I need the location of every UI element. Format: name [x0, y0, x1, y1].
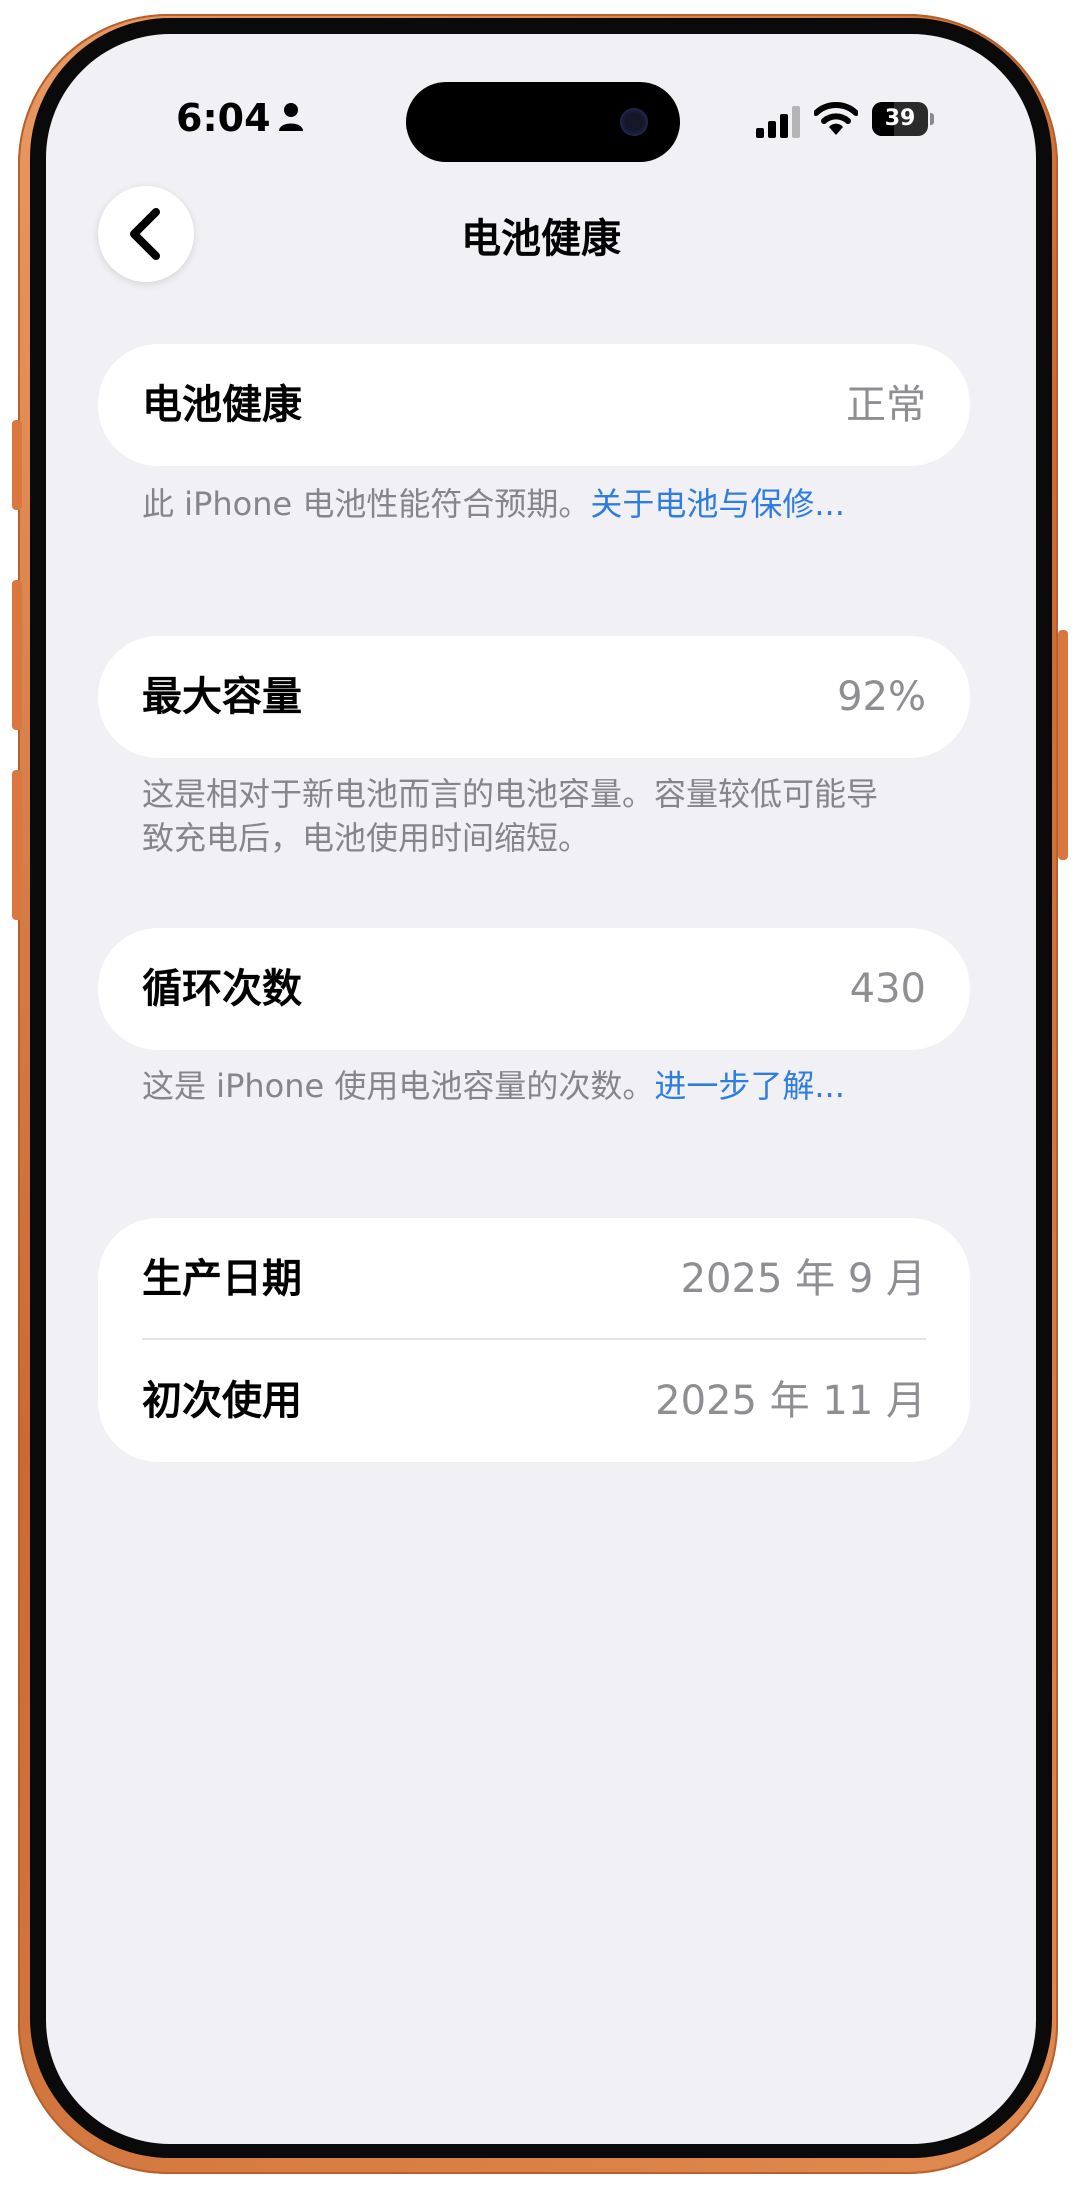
- battery-health-footnote: 此 iPhone 电池性能符合预期。关于电池与保修...: [142, 482, 882, 526]
- first-use-label: 初次使用: [142, 1378, 302, 1424]
- max-capacity-footnote: 这是相对于新电池而言的电池容量。容量较低可能导致充电后，电池使用时间缩短。: [142, 775, 879, 857]
- dates-card: 生产日期 2025 年 9 月 初次使用 2025 年 11 月: [98, 1218, 970, 1462]
- cycle-count-label: 循环次数: [142, 966, 302, 1012]
- battery-warranty-link[interactable]: 关于电池与保修...: [590, 485, 845, 523]
- screen: 6:04 39 电池健康 电池健康 正常 此 iPhone 电池性能符合预期。关…: [46, 34, 1036, 2144]
- max-capacity-card: 最大容量 92%: [98, 636, 970, 758]
- max-capacity-value: 92%: [837, 674, 926, 720]
- battery-health-value: 正常: [846, 382, 926, 428]
- volume-down-button: [12, 770, 22, 920]
- power-button: [1058, 630, 1068, 860]
- cycle-count-card: 循环次数 430: [98, 928, 970, 1050]
- cycle-count-description: 这是 iPhone 使用电池容量的次数。: [142, 1067, 655, 1105]
- battery-health-row: 电池健康 正常: [98, 344, 970, 466]
- manufacture-date-row: 生产日期 2025 年 9 月: [98, 1218, 970, 1340]
- status-time: 6:04: [176, 96, 271, 140]
- page-title: 电池健康: [461, 216, 621, 262]
- first-use-row: 初次使用 2025 年 11 月: [98, 1340, 970, 1462]
- battery-health-card: 电池健康 正常: [98, 344, 970, 466]
- max-capacity-row: 最大容量 92%: [98, 636, 970, 758]
- front-camera-icon: [620, 108, 648, 136]
- battery-health-description: 此 iPhone 电池性能符合预期。: [142, 485, 591, 523]
- cycle-count-row: 循环次数 430: [98, 928, 970, 1050]
- max-capacity-label: 最大容量: [142, 674, 302, 720]
- signal-icon: [756, 106, 800, 138]
- wifi-icon: [814, 102, 858, 135]
- cycle-count-footnote: 这是 iPhone 使用电池容量的次数。进一步了解...: [142, 1064, 882, 1108]
- person-icon: [279, 103, 303, 131]
- battery-icon: 39: [872, 102, 934, 136]
- status-bar: 6:04 39: [46, 34, 1036, 174]
- manufacture-date-value: 2025 年 9 月: [680, 1256, 926, 1302]
- battery-health-label: 电池健康: [142, 382, 302, 428]
- volume-up-button: [12, 580, 22, 730]
- manufacture-date-label: 生产日期: [142, 1256, 302, 1302]
- first-use-value: 2025 年 11 月: [655, 1378, 926, 1424]
- action-button: [12, 420, 22, 510]
- cycle-count-value: 430: [849, 966, 926, 1012]
- learn-more-link[interactable]: 进一步了解...: [654, 1067, 845, 1105]
- battery-level: 39: [884, 106, 916, 131]
